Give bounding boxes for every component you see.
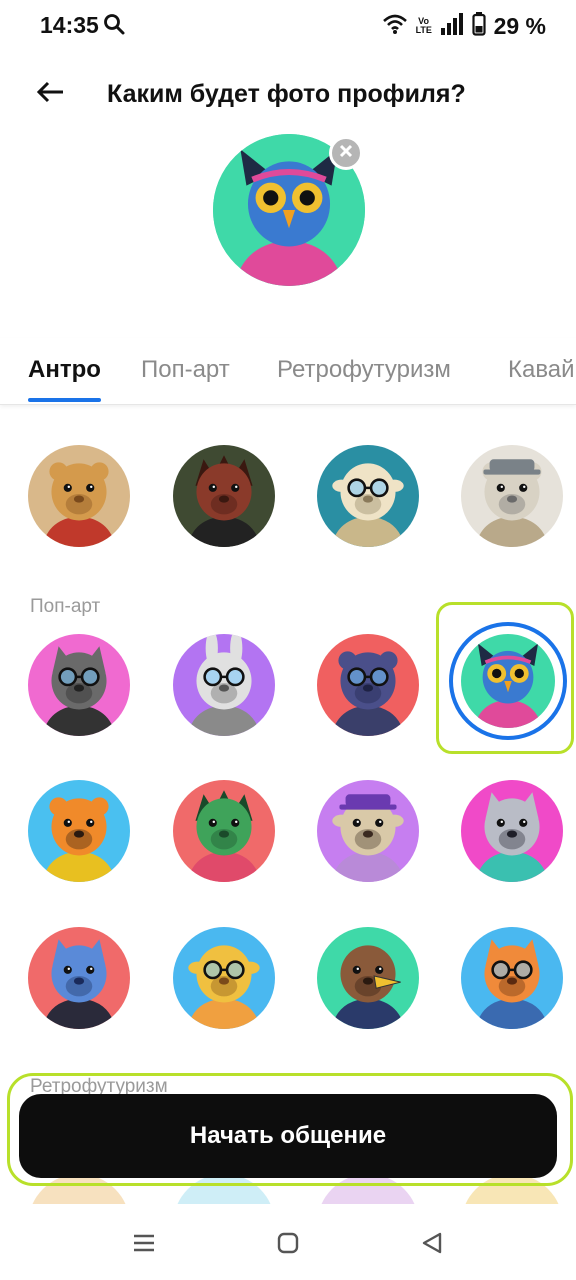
signal-icon [440,12,464,40]
back-button[interactable] [26,72,74,116]
header: Каким будет фото профиля? [0,60,576,130]
back-triangle-icon[interactable] [414,1228,450,1258]
avatar-raccoon[interactable] [461,780,563,882]
avatar-tiger[interactable] [28,780,130,882]
avatar-dragon[interactable] [173,780,275,882]
avatar-eagle[interactable] [317,927,419,1029]
active-tab-indicator [28,398,101,402]
tiger-portrait [28,780,130,882]
pug-portrait [317,780,419,882]
raccoon-portrait [461,780,563,882]
avatar-retro-2[interactable] [173,1174,275,1204]
avatar-sheep[interactable] [317,445,419,547]
volte-label: Vo LTE [415,16,432,35]
avatar-hedgehog[interactable] [173,445,275,547]
status-time: 14:35 [40,12,99,38]
avatar-retro-4[interactable] [461,1174,563,1204]
remove-photo-button[interactable] [329,136,363,170]
sheep-portrait [317,445,419,547]
lioness-portrait [28,445,130,547]
avatar-rabbit[interactable] [173,634,275,736]
arrow-left-icon [35,80,65,109]
tab-antro[interactable]: Антро [28,356,101,384]
fox-portrait [461,927,563,1029]
cat-portrait [28,634,130,736]
home-icon[interactable] [270,1228,306,1258]
battery-icon [471,11,486,41]
wolf-portrait [28,927,130,1029]
avatar-owl[interactable] [461,634,555,728]
style-tabs: Антро Поп-арт Ретрофутуризм Кавай [0,338,576,405]
menu-icon[interactable] [126,1228,162,1258]
tab-pop-art[interactable]: Поп-арт [141,356,230,384]
avatar-giraffe[interactable] [173,927,275,1029]
dragon-portrait [173,780,275,882]
tab-kawaii[interactable]: Кавай [508,356,575,384]
page-title: Каким будет фото профиля? [107,80,466,108]
system-nav-bar [0,1204,576,1280]
avatar-lioness[interactable] [28,445,130,547]
avatar-snow-leopard[interactable] [461,445,563,547]
avatar-retro-3[interactable] [317,1174,419,1204]
hedgehog-portrait [173,445,275,547]
avatar-wolf[interactable] [28,927,130,1029]
avatar-cat[interactable] [28,634,130,736]
wifi-icon [382,13,408,40]
eagle-portrait [317,927,419,1029]
status-bar: 14:35 Vo LTE 29 % [0,0,576,52]
section-label-pop-art: Поп-арт [30,596,101,617]
tab-retrofuturism[interactable]: Ретрофутуризм [277,356,451,384]
start-chat-button[interactable]: Начать общение [19,1094,557,1178]
avatar-retro-1[interactable] [28,1174,130,1204]
avatar-bear[interactable] [317,634,419,736]
avatar-fox[interactable] [461,927,563,1029]
snow-leopard-portrait [461,445,563,547]
rabbit-portrait [173,634,275,736]
owl-portrait [461,634,555,728]
bear-portrait [317,634,419,736]
avatar-pug[interactable] [317,780,419,882]
close-icon [339,144,353,163]
battery-percent: 29 % [493,12,546,39]
giraffe-portrait [173,927,275,1029]
search-icon [102,12,126,41]
